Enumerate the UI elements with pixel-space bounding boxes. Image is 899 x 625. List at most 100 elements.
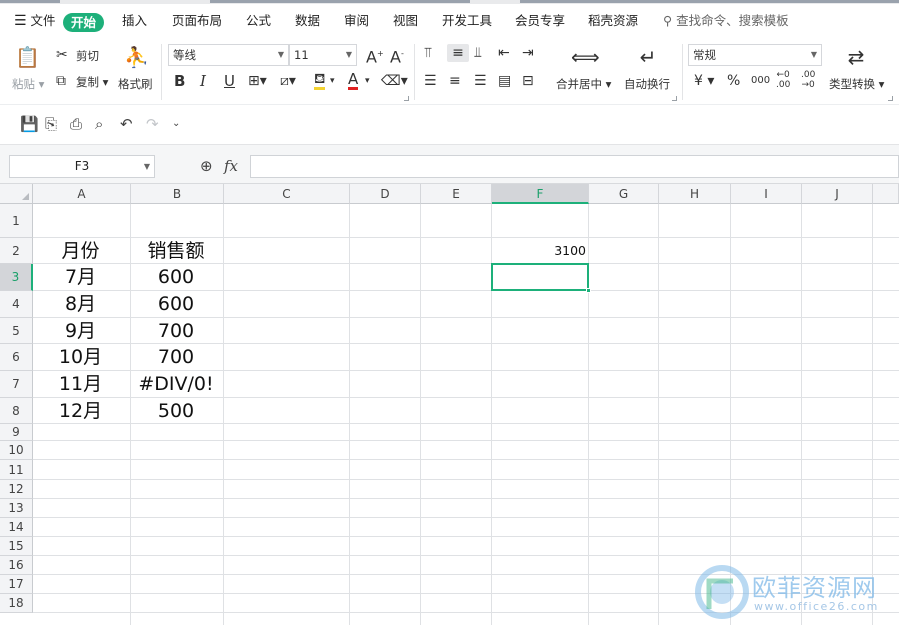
distribute-icon[interactable]: ⊟: [522, 72, 534, 90]
select-all-corner[interactable]: [0, 184, 33, 204]
row-header-2[interactable]: 2: [0, 238, 33, 264]
paste-icon[interactable]: 📋: [15, 44, 40, 70]
tab-view[interactable]: 视图: [393, 4, 418, 38]
font-size-select[interactable]: 11 ▼: [289, 44, 357, 66]
print-preview-icon[interactable]: ⌕: [95, 115, 103, 133]
thousands-button[interactable]: 000: [751, 72, 770, 90]
column-header-b[interactable]: B: [131, 184, 224, 204]
chevron-down-icon[interactable]: ▾: [365, 72, 370, 90]
copy-icon[interactable]: ⧉: [56, 72, 66, 90]
currency-button[interactable]: ¥ ▾: [694, 72, 714, 90]
percent-button[interactable]: %: [727, 72, 740, 90]
column-header-f[interactable]: F: [492, 184, 589, 204]
column-header-h[interactable]: H: [659, 184, 731, 204]
tab-developer[interactable]: 开发工具: [442, 4, 492, 38]
merge-center-icon[interactable]: ⟺: [571, 44, 600, 70]
grow-font-icon[interactable]: A+: [366, 45, 384, 66]
cell-a3[interactable]: 7月: [33, 264, 128, 291]
scissors-icon[interactable]: ✂: [56, 46, 68, 64]
copy-button[interactable]: 复制 ▾: [76, 74, 108, 90]
tab-member[interactable]: 会员专享: [515, 4, 565, 38]
cell-a2[interactable]: 月份: [33, 238, 128, 264]
align-center-icon[interactable]: ≡: [449, 72, 461, 90]
eraser-icon[interactable]: ⌫▾: [381, 72, 408, 90]
formula-input[interactable]: [250, 155, 899, 178]
row-header-12[interactable]: 12: [0, 480, 33, 499]
align-right-icon[interactable]: ☰: [474, 72, 487, 90]
name-box[interactable]: F3 ▼: [9, 155, 155, 178]
row-header-14[interactable]: 14: [0, 518, 33, 537]
justify-icon[interactable]: ▤: [498, 72, 511, 90]
row-header-15[interactable]: 15: [0, 537, 33, 556]
cell-f2[interactable]: 3100: [492, 238, 586, 264]
tab-data[interactable]: 数据: [295, 4, 320, 38]
italic-button[interactable]: I: [200, 72, 206, 90]
increase-decimal-icon[interactable]: ←0.00: [776, 70, 790, 90]
row-header-9[interactable]: 9: [0, 424, 33, 441]
convert-type-button[interactable]: 类型转换 ▾: [829, 76, 884, 92]
align-left-icon[interactable]: ☰: [424, 72, 437, 90]
row-header-3[interactable]: 3: [0, 264, 33, 291]
cell-b4[interactable]: 600: [131, 291, 221, 318]
row-header-13[interactable]: 13: [0, 499, 33, 518]
tab-formulas[interactable]: 公式: [246, 4, 271, 38]
fill-pattern-icon[interactable]: ⧄▾: [280, 72, 296, 90]
column-header-j[interactable]: J: [802, 184, 873, 204]
tab-review[interactable]: 审阅: [344, 4, 369, 38]
row-header-4[interactable]: 4: [0, 291, 33, 318]
font-name-select[interactable]: 等线 ▼: [168, 44, 289, 66]
cell-a4[interactable]: 8月: [33, 291, 128, 318]
tab-insert[interactable]: 插入: [122, 4, 147, 38]
shrink-font-icon[interactable]: A-: [390, 45, 404, 66]
column-header-e[interactable]: E: [421, 184, 492, 204]
row-header-17[interactable]: 17: [0, 575, 33, 594]
cell-b8[interactable]: 500: [131, 398, 221, 424]
row-header-11[interactable]: 11: [0, 460, 33, 480]
cut-button[interactable]: 剪切: [76, 48, 99, 64]
font-color-button[interactable]: A: [348, 72, 359, 90]
column-header-i[interactable]: I: [731, 184, 802, 204]
convert-type-icon[interactable]: ⇄: [843, 44, 869, 70]
cell-b2[interactable]: 销售额: [131, 238, 221, 264]
cell-b7[interactable]: #DIV/0!: [131, 371, 221, 398]
increase-indent-icon[interactable]: ⇥: [522, 44, 534, 62]
file-menu[interactable]: ☰ 文件: [14, 4, 56, 38]
number-format-select[interactable]: 常规 ▼: [688, 44, 822, 66]
paste-button[interactable]: 粘贴 ▾: [12, 76, 44, 92]
cell-a8[interactable]: 12月: [33, 398, 128, 424]
column-header-g[interactable]: G: [589, 184, 659, 204]
export-icon[interactable]: ⎘: [45, 115, 57, 133]
decrease-indent-icon[interactable]: ⇤: [498, 44, 510, 62]
align-middle-icon[interactable]: ≡: [447, 44, 469, 62]
cell-a7[interactable]: 11月: [33, 371, 128, 398]
row-header-5[interactable]: 5: [0, 318, 33, 344]
fill-handle[interactable]: [586, 288, 591, 293]
tab-home[interactable]: 开始: [63, 13, 105, 32]
row-header-18[interactable]: 18: [0, 594, 33, 613]
tab-page-layout[interactable]: 页面布局: [172, 4, 222, 38]
column-header-a[interactable]: A: [33, 184, 131, 204]
row-header-16[interactable]: 16: [0, 556, 33, 575]
bold-button[interactable]: B: [174, 72, 185, 90]
row-header-1[interactable]: 1: [0, 204, 33, 238]
cell-a5[interactable]: 9月: [33, 318, 128, 344]
underline-button[interactable]: U: [224, 72, 235, 90]
decrease-decimal-icon[interactable]: .00 →0: [801, 70, 815, 90]
format-painter-button[interactable]: 格式刷: [118, 76, 153, 92]
cell-b5[interactable]: 700: [131, 318, 221, 344]
zoom-icon[interactable]: ⊕: [200, 157, 213, 175]
font-dialog-launcher[interactable]: [404, 96, 409, 101]
customize-toolbar-icon[interactable]: ⌄: [172, 115, 180, 133]
wrap-text-icon[interactable]: ↵: [635, 44, 661, 70]
align-bottom-icon[interactable]: ⫫: [474, 44, 482, 62]
spreadsheet-grid[interactable]: A B C D E F G H I J 1 2 3 4 5 6 7 8 9 10 11 12 13 14 15 16 17 18 月份销…: [0, 184, 899, 625]
tab-docer[interactable]: 稻壳资源: [588, 4, 638, 38]
column-header-c[interactable]: C: [224, 184, 350, 204]
print-icon[interactable]: ⎙: [70, 115, 82, 133]
cell-b6[interactable]: 700: [131, 344, 221, 371]
active-cell-selection[interactable]: [491, 263, 589, 291]
merge-center-button[interactable]: 合并居中 ▾: [556, 76, 611, 92]
border-icon[interactable]: ⊞▾: [248, 72, 267, 90]
redo-icon[interactable]: ↷: [146, 115, 159, 133]
alignment-dialog-launcher[interactable]: [672, 96, 677, 101]
